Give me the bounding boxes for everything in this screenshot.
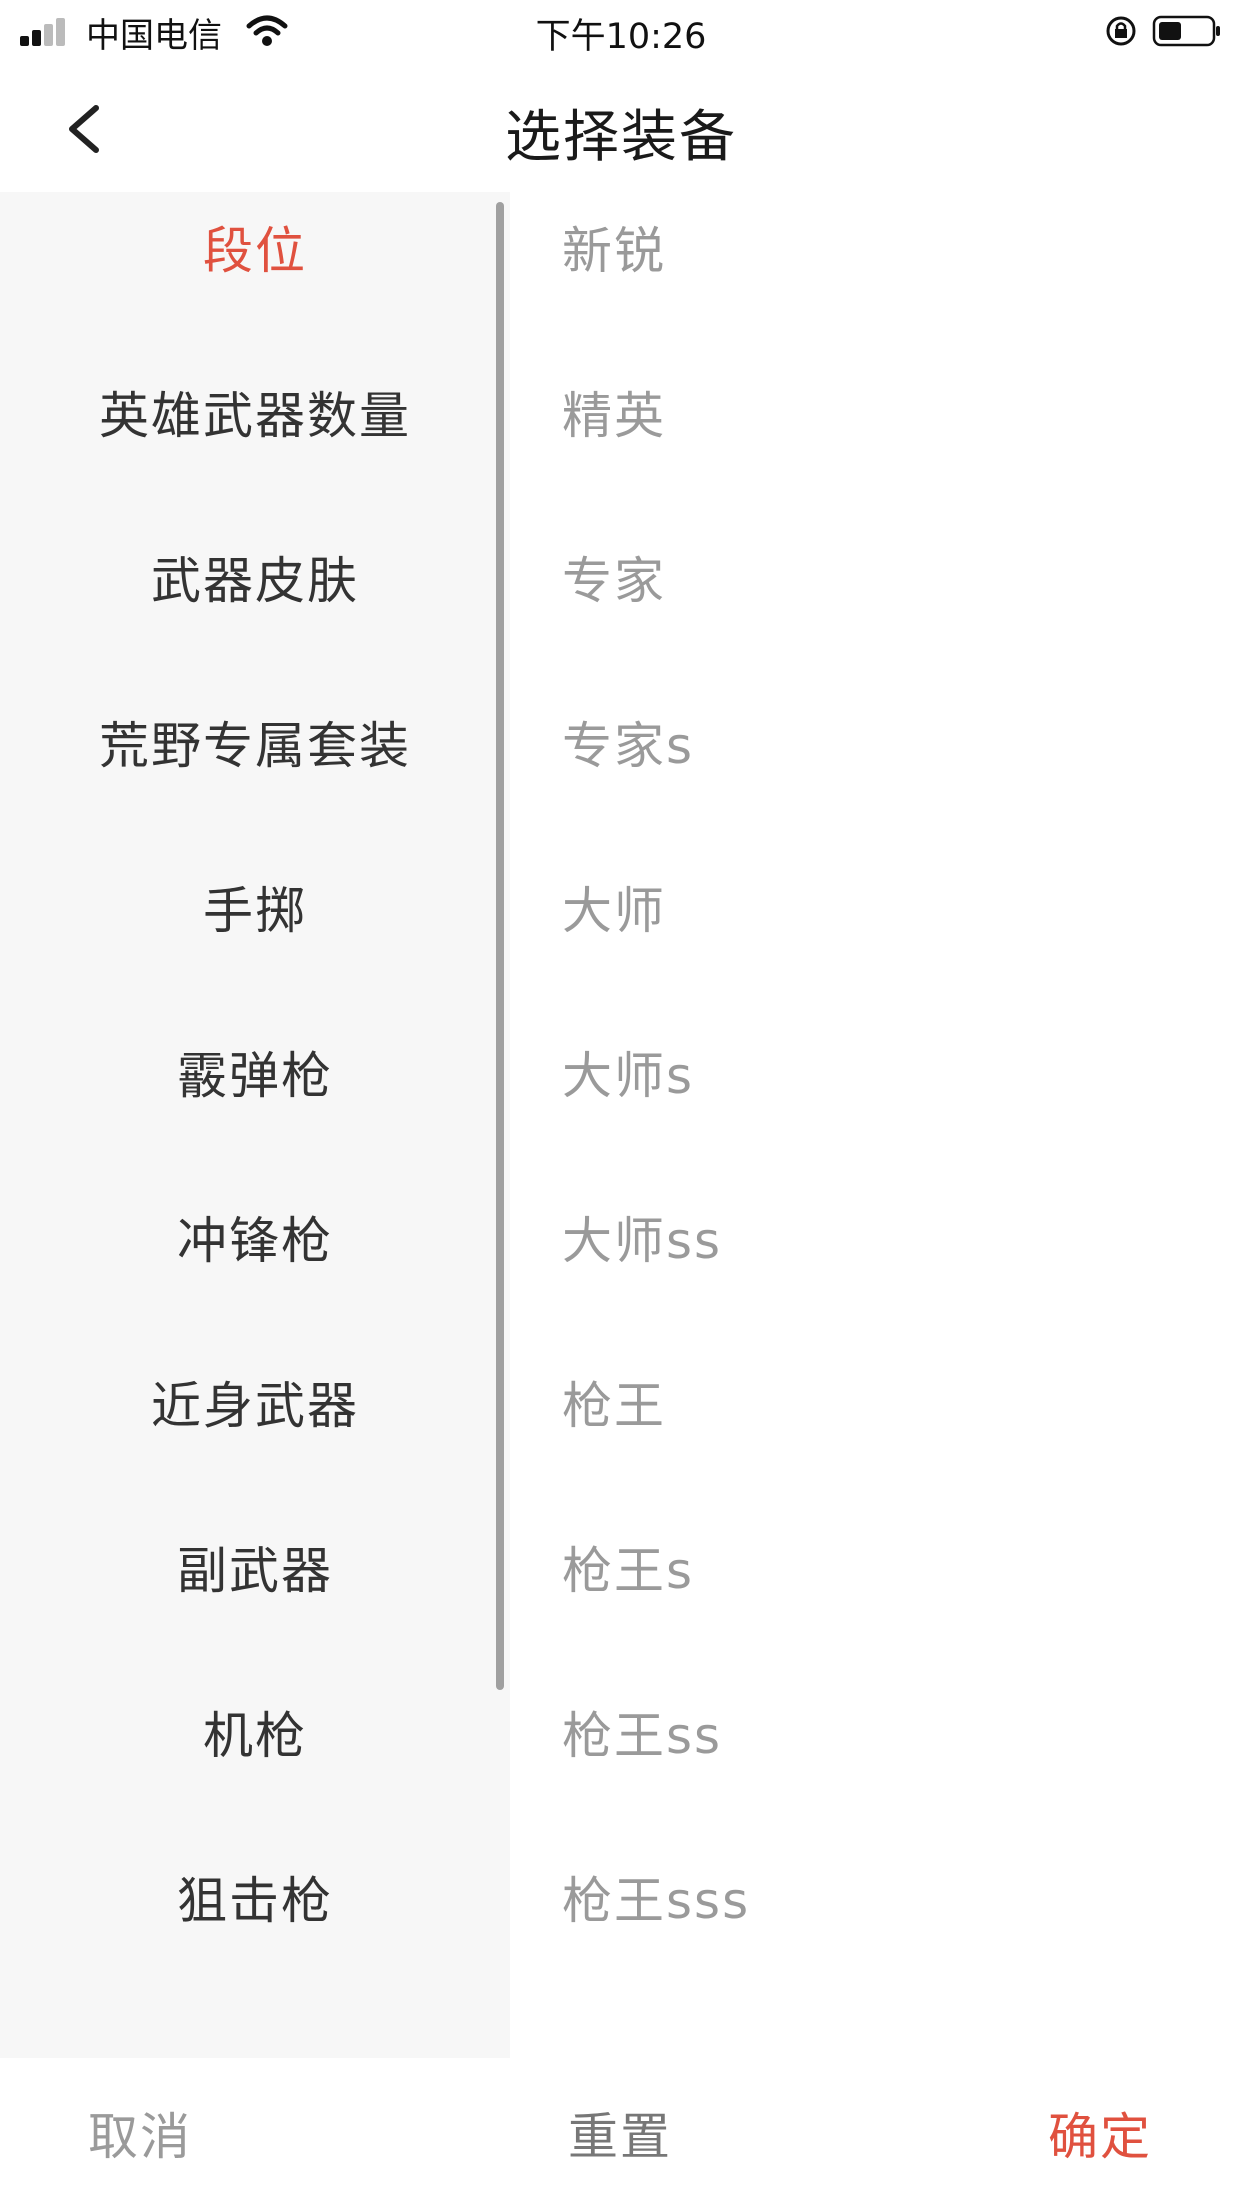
option-item[interactable]: 枪王s	[562, 1512, 694, 1622]
battery-icon	[1152, 15, 1220, 47]
category-item[interactable]: 武器皮肤	[0, 522, 510, 632]
category-item[interactable]: 英雄武器数量	[0, 357, 510, 467]
category-item-rank[interactable]: 段位	[0, 192, 510, 302]
category-item[interactable]: 荒野专属套装	[0, 687, 510, 797]
category-list: 段位 英雄武器数量 武器皮肤 荒野专属套装 手掷 霰弹枪 冲锋枪 近身武器 副武…	[0, 192, 510, 2058]
option-item[interactable]: 枪王sss	[562, 1842, 750, 1952]
reset-button[interactable]: 重置	[520, 2058, 720, 2208]
status-bar: 中国电信 下午10:26	[0, 0, 1242, 62]
option-item[interactable]: 专家	[562, 522, 666, 632]
option-item[interactable]: 精英	[562, 357, 666, 467]
option-item[interactable]: 枪王	[562, 1347, 666, 1457]
option-item[interactable]: 新锐	[562, 192, 666, 302]
option-item[interactable]: 大师ss	[562, 1182, 722, 1292]
rotation-lock-icon	[1106, 16, 1136, 46]
bottom-action-bar: 取消 重置 确定	[0, 2058, 1242, 2208]
confirm-button[interactable]: 确定	[1000, 2058, 1200, 2208]
scrollbar[interactable]	[496, 202, 504, 1690]
category-item[interactable]: 狙击枪	[0, 1842, 510, 1952]
category-item[interactable]: 近身武器	[0, 1347, 510, 1457]
option-item[interactable]: 大师s	[562, 1017, 694, 1127]
category-item[interactable]: 冲锋枪	[0, 1182, 510, 1292]
category-item[interactable]: 机枪	[0, 1677, 510, 1787]
option-item[interactable]: 大师	[562, 852, 666, 962]
option-item[interactable]: 专家s	[562, 687, 694, 797]
option-list: 新锐 精英 专家 专家s 大师 大师s 大师ss 枪王 枪王s 枪王ss 枪王s…	[510, 192, 1242, 2058]
category-item[interactable]: 手掷	[0, 852, 510, 962]
cancel-button[interactable]: 取消	[40, 2058, 240, 2208]
category-item[interactable]: 霰弹枪	[0, 1017, 510, 1127]
option-item[interactable]: 枪王ss	[562, 1677, 722, 1787]
page-title: 选择装备	[505, 105, 737, 170]
nav-bar: 选择装备	[0, 62, 1242, 192]
category-item[interactable]: 副武器	[0, 1512, 510, 1622]
clock: 下午10:26	[535, 17, 707, 57]
